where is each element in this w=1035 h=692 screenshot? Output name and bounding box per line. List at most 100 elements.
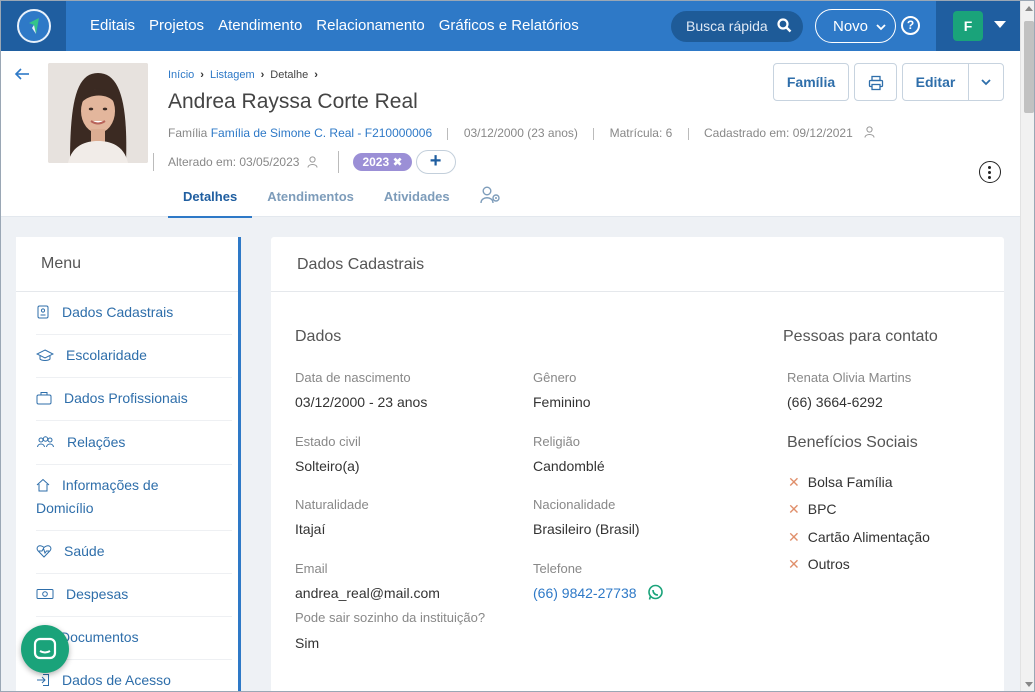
nav-projetos[interactable]: Projetos: [149, 17, 204, 34]
print-button[interactable]: [854, 63, 897, 101]
scroll-thumb[interactable]: [1024, 21, 1034, 113]
field-label: Pode sair sozinho da instituição?: [295, 610, 486, 625]
phone-link[interactable]: (66) 9842-27738: [533, 585, 637, 601]
sidebar-item-escolaridade[interactable]: Escolaridade: [35, 344, 232, 378]
edit-dropdown-button[interactable]: [968, 63, 1004, 101]
new-button[interactable]: Novo: [815, 9, 896, 43]
quick-search[interactable]: Busca rápida: [671, 11, 803, 42]
field-label: Nacionalidade: [533, 497, 616, 512]
new-button-label: Novo: [833, 18, 869, 35]
field-value: Solteiro(a): [295, 458, 360, 474]
tab-bar: Detalhes Atendimentos Atividades: [168, 181, 517, 218]
benefit-label: Cartão Alimentação: [807, 529, 930, 545]
search-icon: [777, 18, 792, 36]
sidebar-item-label: Documentos: [60, 629, 139, 645]
sidebar-item-saude[interactable]: Saúde: [36, 540, 232, 574]
field-label: Naturalidade: [295, 497, 369, 512]
field-value: Feminino: [533, 394, 591, 410]
logo[interactable]: [1, 1, 66, 51]
scrollbar[interactable]: [1020, 1, 1034, 691]
scroll-up-icon[interactable]: [1025, 6, 1033, 11]
person-meta: Família Família de Simone C. Real - F210…: [168, 126, 875, 140]
edit-button[interactable]: Editar: [902, 63, 969, 101]
chat-icon: [33, 637, 57, 660]
family-button[interactable]: Família: [773, 63, 849, 101]
home-icon: [36, 476, 50, 492]
sidebar-item-label: Informações de: [62, 477, 159, 493]
close-icon: ✕: [788, 501, 800, 517]
sidebar-menu: Menu Dados Cadastrais Escolaridade Dados…: [16, 237, 241, 691]
field-value: Brasileiro (Brasil): [533, 521, 640, 537]
registered-date: Cadastrado em: 09/12/2021: [704, 126, 853, 140]
nav-graficos-relatorios[interactable]: Gráficos e Relatórios: [439, 17, 579, 34]
person-meta-2: Alterado em: 03/05/2023 2023 ✖ +: [153, 150, 456, 174]
sidebar-item-label-2: Domicílio: [36, 500, 94, 516]
divider: [593, 127, 595, 140]
nav-atendimento[interactable]: Atendimento: [218, 17, 302, 34]
sidebar-item-dados-cadastrais[interactable]: Dados Cadastrais: [36, 301, 232, 335]
divider: [16, 291, 238, 292]
top-navbar: Editais Projetos Atendimento Relacioname…: [1, 1, 1020, 51]
breadcrumb-home[interactable]: Início: [168, 69, 194, 81]
field-label: Data de nascimento: [295, 370, 411, 385]
breadcrumb-separator: ›: [200, 69, 204, 81]
close-icon: ✕: [788, 474, 800, 490]
sidebar-item-label: Saúde: [64, 543, 105, 559]
nav-editais[interactable]: Editais: [90, 17, 135, 34]
chat-button[interactable]: [21, 625, 69, 673]
breadcrumb-list[interactable]: Listagem: [210, 69, 255, 81]
more-options-icon[interactable]: [979, 161, 1001, 183]
card-title: Dados Cadastrais: [297, 256, 425, 273]
user-icon[interactable]: [307, 156, 318, 168]
divider: [338, 151, 340, 173]
money-icon: [36, 585, 54, 599]
divider: [153, 153, 154, 171]
sidebar-item-label: Dados Cadastrais: [62, 304, 174, 320]
divider: [271, 291, 1004, 292]
breadcrumb: Início › Listagem › Detalhe ›: [168, 69, 318, 81]
field-value: 03/12/2000 - 23 anos: [295, 394, 428, 410]
page-title: Andrea Rayssa Corte Real: [168, 90, 418, 113]
year-tag[interactable]: 2023 ✖: [353, 153, 412, 171]
whatsapp-icon[interactable]: [647, 584, 664, 604]
help-icon[interactable]: ?: [901, 16, 920, 35]
sidebar-title: Menu: [41, 255, 82, 272]
divider: [687, 127, 689, 140]
tab-atendimentos[interactable]: Atendimentos: [252, 181, 369, 218]
main-nav: Editais Projetos Atendimento Relacioname…: [90, 17, 579, 34]
id-card-icon: [36, 303, 50, 319]
tab-detalhes[interactable]: Detalhes: [168, 181, 253, 218]
sidebar-item-label: Relações: [67, 434, 126, 450]
field-label: Telefone: [533, 561, 583, 576]
sidebar-item-domicilio[interactable]: Informações de Domicílio: [36, 474, 232, 531]
caret-down-icon: [994, 21, 1006, 28]
sidebar-item-relacoes[interactable]: Relações: [36, 431, 232, 465]
altered-date: Alterado em: 03/05/2023: [168, 155, 300, 169]
year-tag-label: 2023: [362, 155, 390, 169]
family-link[interactable]: Família de Simone C. Real - F210000006: [211, 126, 432, 140]
dados-cadastrais-card: Dados Cadastrais Dados Pessoas para cont…: [271, 237, 1004, 691]
back-arrow-icon[interactable]: [14, 65, 30, 86]
person-photo: [48, 63, 148, 163]
breadcrumb-current: Detalhe: [270, 69, 309, 81]
scroll-down-icon[interactable]: [1025, 682, 1033, 687]
sidebar-item-despesas[interactable]: Despesas: [36, 583, 232, 617]
benefit-label: Bolsa Família: [807, 474, 893, 490]
tag-close-icon[interactable]: ✖: [392, 155, 402, 169]
tab-user-settings[interactable]: [465, 181, 517, 218]
app-window: Editais Projetos Atendimento Relacioname…: [0, 0, 1035, 692]
printer-icon: [868, 75, 883, 91]
breadcrumb-separator: ›: [314, 69, 318, 81]
quick-search-label: Busca rápida: [686, 18, 768, 34]
contact-name: Renata Olivia Martins: [787, 370, 912, 385]
add-tag-button[interactable]: +: [415, 150, 456, 174]
user-icon[interactable]: [864, 126, 875, 138]
user-menu[interactable]: F: [936, 1, 1020, 51]
section-beneficios: Benefícios Sociais: [787, 434, 918, 451]
nav-relacionamento[interactable]: Relacionamento: [316, 17, 424, 34]
sidebar-item-dados-profissionais[interactable]: Dados Profissionais: [36, 387, 232, 421]
registration-number: Matrícula: 6: [609, 126, 673, 140]
chevron-down-icon: [876, 19, 886, 36]
divider: [447, 127, 449, 140]
tab-atividades[interactable]: Atividades: [369, 181, 465, 218]
